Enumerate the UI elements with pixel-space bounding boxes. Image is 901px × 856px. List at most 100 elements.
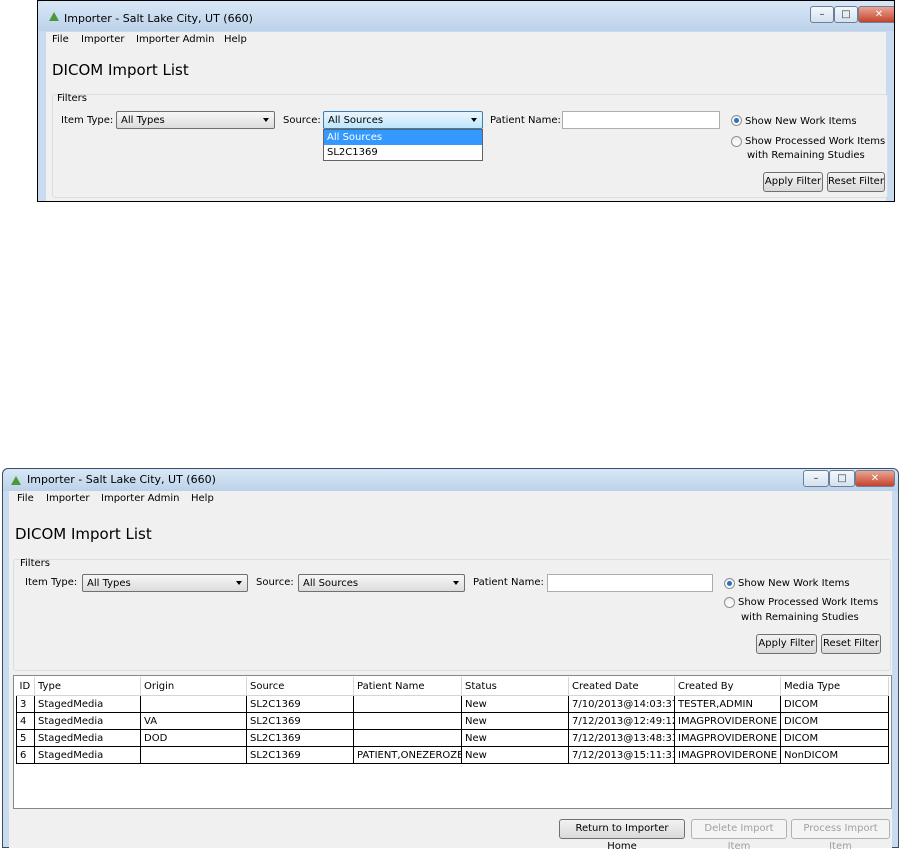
col-header-status[interactable]: Status: [461, 677, 569, 696]
reset-filter-button[interactable]: Reset Filter: [821, 634, 881, 654]
item-type-select[interactable]: All Types: [116, 111, 275, 129]
new-items-label: Show New Work Items: [738, 578, 850, 589]
menu-importer-admin[interactable]: Importer Admin: [101, 493, 180, 504]
window-title: Importer - Salt Lake City, UT (660): [27, 473, 216, 486]
cell-type: StagedMedia: [34, 695, 141, 713]
cell-origin: VA: [140, 712, 247, 730]
table-row[interactable]: 4 StagedMedia VA SL2C1369 New 7/12/2013@…: [16, 712, 889, 730]
menu-file[interactable]: File: [52, 34, 69, 45]
patient-name-input[interactable]: [562, 111, 720, 129]
cell-source: SL2C1369: [246, 729, 354, 747]
cell-patient-name: [353, 695, 462, 713]
chevron-down-icon: [471, 118, 477, 122]
col-header-source[interactable]: Source: [246, 677, 354, 696]
cell-origin: DOD: [140, 729, 247, 747]
import-items-grid: ID Type Origin Source Patient Name Statu…: [16, 677, 889, 764]
cell-media-type: NonDICOM: [780, 746, 889, 764]
source-option-sl2c1369[interactable]: SL2C1369: [324, 145, 482, 160]
table-row[interactable]: 3 StagedMedia SL2C1369 New 7/10/2013@14:…: [16, 695, 889, 713]
menu-bar: File Importer Importer Admin Help: [9, 491, 892, 507]
menu-importer[interactable]: Importer: [46, 493, 89, 504]
import-items-table: ID Type Origin Source Patient Name Statu…: [13, 675, 892, 809]
col-header-created-date[interactable]: Created Date: [568, 677, 675, 696]
col-header-created-by[interactable]: Created By: [674, 677, 781, 696]
processed-items-label: Show Processed Work Items: [745, 136, 886, 147]
reset-filter-button[interactable]: Reset Filter: [827, 172, 885, 192]
menu-importer-admin[interactable]: Importer Admin: [136, 34, 215, 45]
process-import-item-button[interactable]: Process Import Item: [791, 819, 890, 852]
menu-importer[interactable]: Importer: [81, 34, 124, 45]
col-header-id[interactable]: ID: [16, 677, 35, 696]
item-type-value: All Types: [87, 578, 131, 589]
cell-source: SL2C1369: [246, 746, 354, 764]
chevron-down-icon: [453, 581, 459, 585]
source-value: All Sources: [328, 115, 384, 126]
close-button[interactable]: ✕: [855, 470, 895, 487]
item-type-select[interactable]: All Types: [82, 574, 248, 592]
apply-filter-button[interactable]: Apply Filter: [756, 634, 817, 654]
item-type-value: All Types: [121, 115, 165, 126]
cell-id: 6: [16, 746, 35, 764]
new-items-radio[interactable]: [731, 115, 742, 126]
apply-filter-button[interactable]: Apply Filter: [763, 172, 823, 192]
cell-created-date: 7/12/2013@15:11:33: [568, 746, 675, 764]
processed-items-label-line2: with Remaining Studies: [741, 612, 859, 623]
filters-group: Filters Item Type: All Types Source: All…: [13, 558, 891, 671]
return-to-importer-home-button[interactable]: Return to Importer Home: [559, 819, 685, 852]
title-bar: Importer - Salt Lake City, UT (660) – □ …: [3, 469, 898, 491]
cell-status: New: [461, 746, 569, 764]
cell-media-type: DICOM: [780, 695, 889, 713]
patient-name-input[interactable]: [547, 574, 713, 592]
table-row[interactable]: 6 StagedMedia SL2C1369 PATIENT,ONEZEROZE…: [16, 746, 889, 764]
cell-source: SL2C1369: [246, 712, 354, 730]
menu-file[interactable]: File: [17, 493, 34, 504]
cell-media-type: DICOM: [780, 729, 889, 747]
client-area: DICOM Import List Filters Item Type: All…: [9, 507, 892, 852]
source-value: All Sources: [303, 578, 359, 589]
title-bar: Importer - Salt Lake City, UT (660) – □ …: [38, 1, 894, 31]
maximize-button[interactable]: □: [834, 6, 858, 23]
processed-items-label-line2: with Remaining Studies: [747, 150, 865, 161]
processed-items-label: Show Processed Work Items: [738, 597, 879, 608]
source-select[interactable]: All Sources: [323, 111, 483, 129]
cell-media-type: DICOM: [780, 712, 889, 730]
cell-created-date: 7/10/2013@14:03:37: [568, 695, 675, 713]
chevron-down-icon: [263, 118, 269, 122]
col-header-media-type[interactable]: Media Type: [780, 677, 889, 696]
cell-status: New: [461, 695, 569, 713]
table-row[interactable]: 5 StagedMedia DOD SL2C1369 New 7/12/2013…: [16, 729, 889, 747]
patient-name-label: Patient Name:: [490, 115, 561, 126]
menu-help[interactable]: Help: [224, 34, 247, 45]
cell-patient-name: PATIENT,ONEZEROZERO: [353, 746, 462, 764]
delete-import-item-button[interactable]: Delete Import Item: [691, 819, 787, 852]
source-option-all[interactable]: All Sources: [324, 130, 482, 145]
maximize-button[interactable]: □: [829, 470, 855, 487]
source-label: Source:: [256, 577, 294, 588]
cell-created-by: IMAGPROVIDERONE: [674, 729, 781, 747]
col-header-origin[interactable]: Origin: [140, 677, 247, 696]
close-button[interactable]: ✕: [858, 6, 894, 23]
new-items-label: Show New Work Items: [745, 116, 857, 127]
cell-status: New: [461, 729, 569, 747]
processed-items-radio[interactable]: [731, 136, 742, 147]
cell-id: 4: [16, 712, 35, 730]
cell-type: StagedMedia: [34, 712, 141, 730]
cell-created-by: IMAGPROVIDERONE: [674, 746, 781, 764]
minimize-button[interactable]: –: [803, 470, 829, 487]
importer-window: Importer - Salt Lake City, UT (660) – □ …: [2, 468, 899, 852]
processed-items-radio[interactable]: [724, 597, 735, 608]
col-header-patient-name[interactable]: Patient Name: [353, 677, 462, 696]
cell-id: 5: [16, 729, 35, 747]
patient-name-label: Patient Name:: [473, 577, 544, 588]
item-type-label: Item Type:: [61, 115, 114, 126]
minimize-button[interactable]: –: [810, 6, 834, 23]
cell-created-date: 7/12/2013@13:48:33: [568, 729, 675, 747]
page-title: DICOM Import List: [52, 61, 189, 79]
new-items-radio[interactable]: [724, 578, 735, 589]
page-title: DICOM Import List: [15, 525, 152, 543]
window-title: Importer - Salt Lake City, UT (660): [64, 12, 253, 25]
menu-help[interactable]: Help: [191, 493, 214, 504]
client-area: DICOM Import List Filters Item Type: All…: [46, 48, 888, 201]
col-header-type[interactable]: Type: [34, 677, 141, 696]
source-select[interactable]: All Sources: [298, 574, 465, 592]
